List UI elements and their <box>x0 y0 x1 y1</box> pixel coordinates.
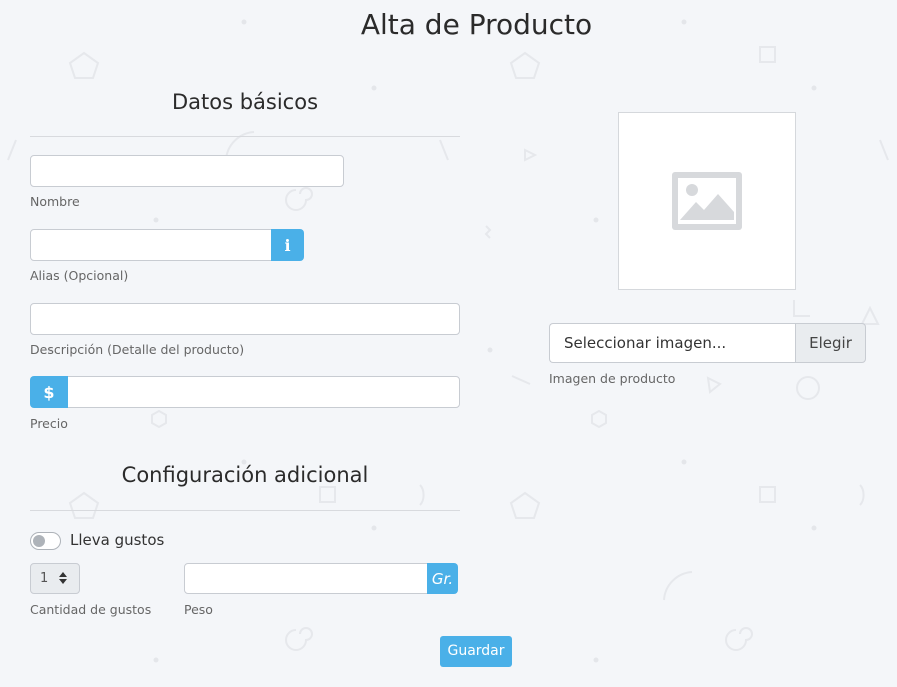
description-input[interactable] <box>30 303 460 335</box>
alias-info-button[interactable]: i <box>271 229 304 261</box>
price-addon: $ <box>30 376 68 408</box>
choose-image-button[interactable]: Elegir <box>795 323 866 363</box>
divider-basic <box>30 136 460 137</box>
alias-input[interactable] <box>30 229 272 261</box>
weight-unit: Gr. <box>431 569 454 588</box>
select-arrows-icon <box>59 572 67 584</box>
flavors-quantity-value: 1 <box>40 571 49 586</box>
image-file-input[interactable]: Seleccionar imagen... Elegir <box>549 323 866 363</box>
name-label: Nombre <box>30 194 80 209</box>
toggle-knob <box>33 535 45 547</box>
section-title-basic: Datos básicos <box>171 90 319 114</box>
name-input[interactable] <box>30 155 344 187</box>
alias-label: Alias (Opcional) <box>30 268 129 283</box>
price-label: Precio <box>30 416 68 431</box>
flavors-quantity-select[interactable]: 1 <box>30 563 80 594</box>
info-icon: i <box>284 235 291 255</box>
image-file-text[interactable]: Seleccionar imagen... <box>549 323 796 363</box>
weight-unit-addon: Gr. <box>427 563 458 594</box>
description-label: Descripción (Detalle del producto) <box>30 342 245 357</box>
page-title: Alta de Producto <box>360 8 593 41</box>
divider-config <box>30 510 460 511</box>
weight-label: Peso <box>184 602 213 617</box>
save-button[interactable]: Guardar <box>440 636 512 667</box>
flavors-toggle[interactable] <box>30 532 61 550</box>
image-preview <box>618 112 796 290</box>
price-input[interactable] <box>67 376 460 408</box>
image-label: Imagen de producto <box>549 371 676 386</box>
image-placeholder-icon <box>672 172 742 230</box>
flavors-toggle-label[interactable]: Lleva gustos <box>70 531 164 549</box>
weight-input[interactable] <box>184 563 428 594</box>
section-title-config: Configuración adicional <box>121 463 369 487</box>
flavors-quantity-label: Cantidad de gustos <box>30 602 152 617</box>
dollar-icon: $ <box>43 382 55 402</box>
